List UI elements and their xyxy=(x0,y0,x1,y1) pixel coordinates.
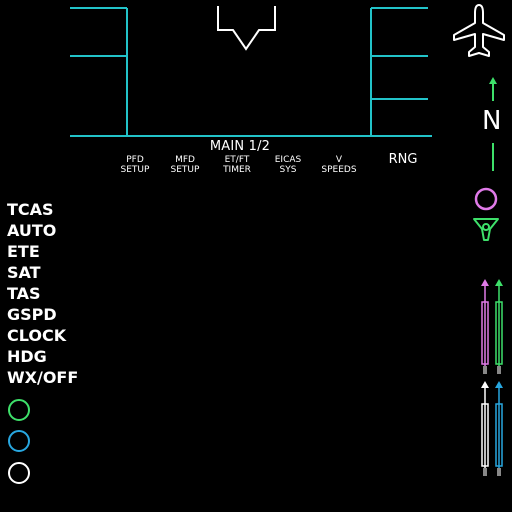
menu-item-clock[interactable]: CLOCK xyxy=(7,325,78,346)
softkey-mfd-setup[interactable]: MFD SETUP xyxy=(158,155,212,175)
course-line-icon xyxy=(492,143,494,171)
softkey-label: V xyxy=(335,155,343,165)
softkey-label: ET/FT xyxy=(224,155,250,165)
bearing-pointer-group-lower xyxy=(481,381,503,476)
softkey-label: TIMER xyxy=(223,165,251,175)
blue-pointer-icon xyxy=(495,381,503,476)
white-pointer-icon xyxy=(481,381,489,476)
menu-item-gspd[interactable]: GSPD xyxy=(7,304,78,325)
softkey-label: PFD xyxy=(126,155,144,165)
softkey-label: SYS xyxy=(279,165,297,175)
menu-item-tas[interactable]: TAS xyxy=(7,283,78,304)
left-menu: TCAS AUTO ETE SAT TAS GSPD CLOCK HDG WX/… xyxy=(7,199,78,388)
menu-item-sat[interactable]: SAT xyxy=(7,262,78,283)
menu-item-wx-off[interactable]: WX/OFF xyxy=(7,367,78,388)
softkey-v-speeds[interactable]: V SPEEDS xyxy=(312,155,366,175)
softkey-eicas-sys[interactable]: EICAS SYS xyxy=(261,155,315,175)
bearing-pointer-group-upper xyxy=(481,279,503,374)
menu-item-hdg[interactable]: HDG xyxy=(7,346,78,367)
softkey-label: SETUP xyxy=(120,165,150,175)
magenta-circle-icon[interactable] xyxy=(473,186,499,212)
menu-item-auto[interactable]: AUTO xyxy=(7,220,78,241)
softkey-label: EICAS xyxy=(274,155,302,165)
softkey-pfd-setup[interactable]: PFD SETUP xyxy=(108,155,162,175)
range-button[interactable]: RNG xyxy=(380,152,426,167)
softkey-label: MFD xyxy=(175,155,195,165)
green-vor-icon[interactable] xyxy=(472,215,500,243)
blue-circle-icon[interactable] xyxy=(8,430,30,452)
north-arrow-icon xyxy=(489,77,497,101)
green-pointer-icon xyxy=(495,279,503,374)
menu-item-ete[interactable]: ETE xyxy=(7,241,78,262)
white-circle-icon[interactable] xyxy=(8,462,30,484)
green-circle-icon[interactable] xyxy=(8,399,30,421)
softkey-label: SETUP xyxy=(170,165,200,175)
page-title: MAIN 1/2 xyxy=(209,139,271,154)
softkey-label: SPEEDS xyxy=(321,165,357,175)
magenta-pointer-icon xyxy=(481,279,489,374)
airplane-icon[interactable] xyxy=(450,2,508,62)
softkey-et-ft-timer[interactable]: ET/FT TIMER xyxy=(210,155,264,175)
compass-north-label: N xyxy=(482,106,502,136)
menu-item-tcas[interactable]: TCAS xyxy=(7,199,78,220)
